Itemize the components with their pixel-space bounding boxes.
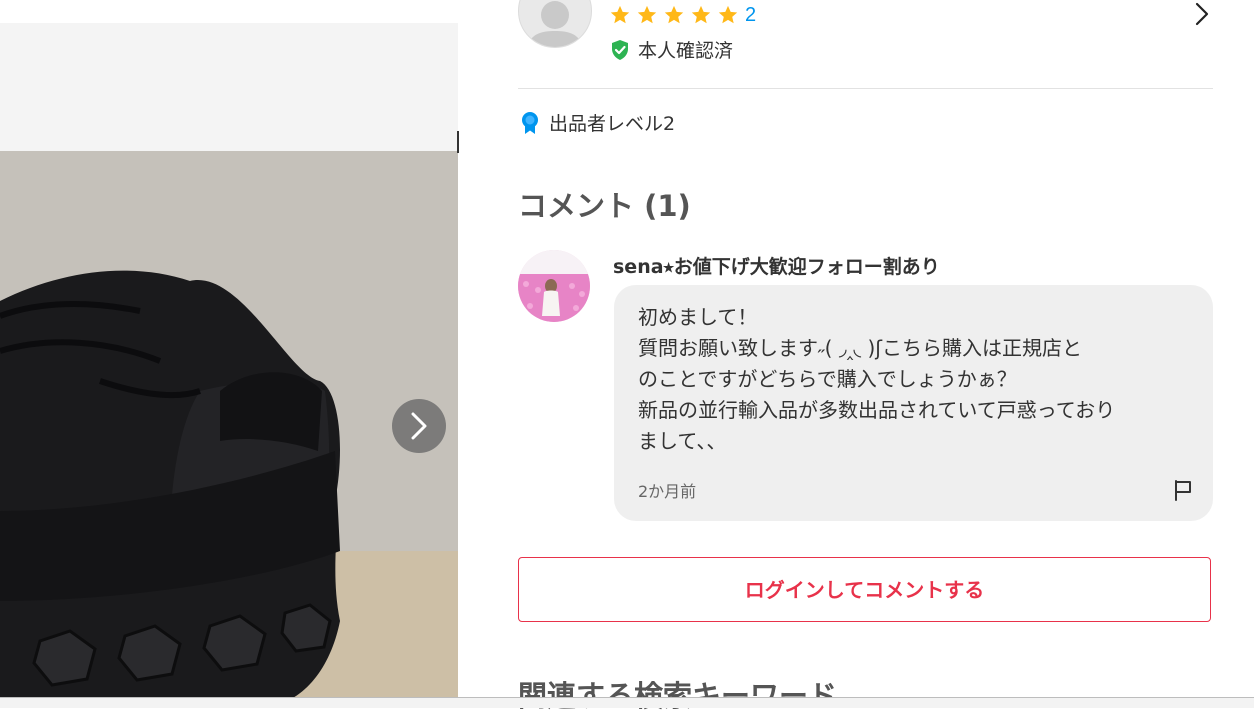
seller-rating[interactable]: 2 [609, 3, 756, 27]
comments-heading: コメント (1) [518, 189, 691, 223]
seller-avatar[interactable] [518, 0, 592, 48]
verified-badge: 本人確認済 [610, 36, 733, 63]
star-icon [718, 5, 738, 24]
chevron-right-icon[interactable] [1193, 2, 1211, 26]
shoe-image [0, 151, 458, 707]
login-to-comment-button[interactable]: ログインしてコメントする [518, 557, 1211, 622]
comment-line: 質問お願い致します˶( ◞‸◟ )ʃこちら購入は正規店と [638, 336, 1082, 360]
comment-bubble: 初めまして！ 質問お願い致します˶( ◞‸◟ )ʃこちら購入は正規店と のことで… [614, 285, 1213, 521]
comment-text: 初めまして！ 質問お願い致します˶( ◞‸◟ )ʃこちら購入は正規店と のことで… [638, 302, 1198, 457]
flag-icon[interactable] [1173, 479, 1193, 501]
rating-count-link[interactable]: 2 [745, 4, 756, 26]
default-avatar-icon [527, 1, 583, 47]
comment-line: 新品の並行輸入品が多数出品されていて戸惑っており [638, 398, 1116, 422]
related-keywords-heading: 関連する検索キーワード [518, 679, 838, 713]
star-icon [610, 5, 630, 24]
award-ribbon-icon [522, 111, 538, 134]
verified-label: 本人確認済 [638, 40, 734, 62]
commenter-avatar[interactable] [518, 250, 590, 322]
product-photo[interactable] [0, 151, 458, 707]
seller-level: 出品者レベル2 [520, 109, 675, 136]
photo-top-area [0, 23, 458, 151]
comment-line: 初めまして！ [638, 305, 758, 329]
star-icon [637, 5, 657, 24]
commenter-photo [518, 250, 590, 322]
comment-author[interactable]: sena⭑お値下げ大歓迎フォロー割あり [613, 252, 940, 279]
divider [518, 88, 1213, 89]
comment-line: のことですがどちらで購入でしょうかぁ？ [638, 367, 1017, 391]
pane-divider [457, 131, 459, 153]
product-photo-pane [0, 0, 458, 707]
chevron-right-icon [411, 412, 427, 440]
star-icon [691, 5, 711, 24]
star-icon [664, 5, 684, 24]
bottom-bar [0, 697, 1254, 708]
next-photo-button[interactable] [392, 399, 446, 453]
comment-timestamp: 2か月前 [638, 482, 697, 501]
shield-check-icon [612, 39, 628, 60]
comment-line: まして、、 [638, 429, 727, 453]
seller-level-label: 出品者レベル2 [549, 113, 676, 135]
